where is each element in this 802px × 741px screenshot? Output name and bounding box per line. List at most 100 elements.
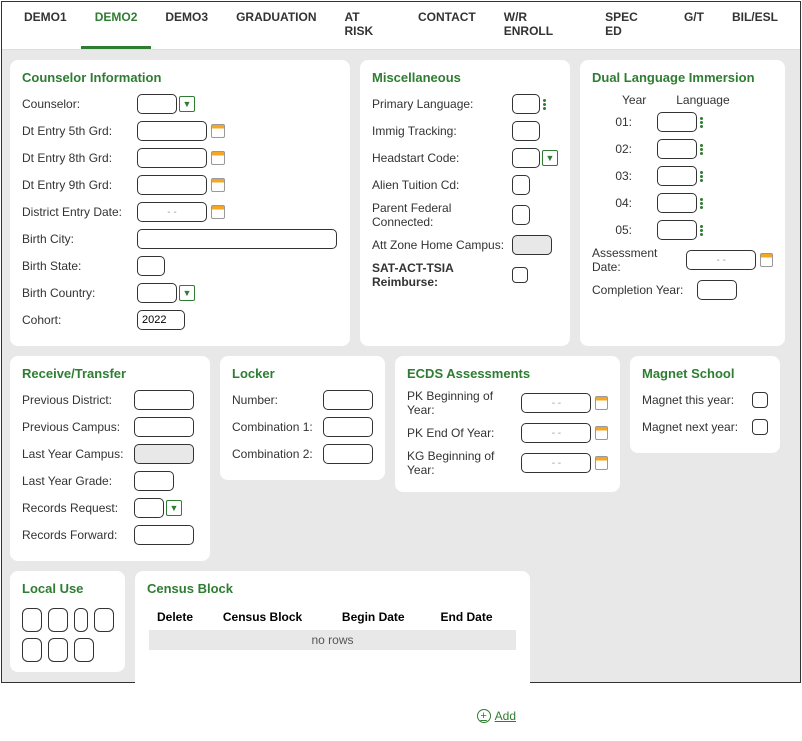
locker-number-label: Number: (232, 393, 323, 407)
local-use-box[interactable] (74, 608, 88, 632)
alien-tuition-label: Alien Tuition Cd: (372, 178, 512, 192)
pk-end-input[interactable] (521, 423, 591, 443)
census-title: Census Block (147, 581, 518, 596)
immig-tracking-input[interactable] (512, 121, 540, 141)
prev-campus-label: Previous Campus: (22, 420, 134, 434)
tab-bar: DEMO1 DEMO2 DEMO3 GRADUATION AT RISK CON… (2, 2, 800, 50)
cohort-input[interactable] (137, 310, 185, 330)
ellipsis-icon[interactable] (700, 144, 703, 155)
dli-language-header: Language (676, 93, 729, 107)
last-year-campus-input (134, 444, 194, 464)
prev-campus-input[interactable] (134, 417, 194, 437)
dt-entry-5th-input[interactable] (137, 121, 207, 141)
calendar-icon[interactable] (595, 396, 608, 410)
headstart-code-input[interactable] (512, 148, 540, 168)
census-col-begin: Begin Date (334, 606, 431, 628)
last-year-grade-label: Last Year Grade: (22, 474, 134, 488)
combination-1-input[interactable] (323, 417, 373, 437)
dli-lang-04-input[interactable] (657, 193, 697, 213)
locker-title: Locker (232, 366, 373, 381)
tab-wr-enroll[interactable]: W/R ENROLL (490, 2, 591, 49)
local-use-box[interactable] (74, 638, 94, 662)
birth-country-dropdown-icon[interactable]: ▼ (179, 285, 195, 301)
local-use-box[interactable] (22, 638, 42, 662)
pk-begin-label: PK Beginning of Year: (407, 389, 521, 417)
dt-entry-8th-input[interactable] (137, 148, 207, 168)
combination-1-label: Combination 1: (232, 420, 323, 434)
magnet-this-checkbox[interactable] (752, 392, 768, 408)
dli-lang-01-input[interactable] (657, 112, 697, 132)
dli-lang-03-input[interactable] (657, 166, 697, 186)
tab-demo2[interactable]: DEMO2 (81, 2, 152, 49)
alien-tuition-input[interactable] (512, 175, 530, 195)
birth-city-input[interactable] (137, 229, 337, 249)
sat-act-label: SAT-ACT-TSIA Reimburse: (372, 261, 512, 289)
calendar-icon[interactable] (211, 178, 225, 192)
local-use-box[interactable] (48, 638, 68, 662)
tab-demo1[interactable]: DEMO1 (10, 2, 81, 49)
dli-lang-02-input[interactable] (657, 139, 697, 159)
ellipsis-icon[interactable] (700, 198, 703, 209)
dli-row-label: 01: (592, 115, 632, 129)
primary-language-input[interactable] (512, 94, 540, 114)
dli-row-label: 03: (592, 169, 632, 183)
locker-number-input[interactable] (323, 390, 373, 410)
dli-row-label: 02: (592, 142, 632, 156)
calendar-icon[interactable] (595, 426, 608, 440)
ellipsis-icon[interactable] (700, 171, 703, 182)
headstart-code-label: Headstart Code: (372, 151, 512, 165)
kg-begin-input[interactable] (521, 453, 591, 473)
magnet-next-checkbox[interactable] (752, 419, 768, 435)
dt-entry-9th-input[interactable] (137, 175, 207, 195)
magnet-next-label: Magnet next year: (642, 420, 752, 434)
tab-spec-ed[interactable]: SPEC ED (591, 2, 670, 49)
pk-begin-input[interactable] (521, 393, 591, 413)
tab-contact[interactable]: CONTACT (404, 2, 490, 49)
tab-bil-esl[interactable]: BIL/ESL (718, 2, 792, 49)
tab-gt[interactable]: G/T (670, 2, 718, 49)
cohort-label: Cohort: (22, 313, 137, 327)
census-col-delete: Delete (149, 606, 213, 628)
census-col-end: End Date (432, 606, 516, 628)
records-forward-input[interactable] (134, 525, 194, 545)
tab-demo3[interactable]: DEMO3 (151, 2, 222, 49)
kg-begin-label: KG Beginning of Year: (407, 449, 521, 477)
combination-2-input[interactable] (323, 444, 373, 464)
district-entry-date-input[interactable] (137, 202, 207, 222)
local-use-box[interactable] (48, 608, 68, 632)
sat-act-checkbox[interactable] (512, 267, 528, 283)
combination-2-label: Combination 2: (232, 447, 323, 461)
primary-language-label: Primary Language: (372, 97, 512, 111)
calendar-icon[interactable] (760, 253, 773, 267)
completion-year-input[interactable] (697, 280, 737, 300)
local-use-box[interactable] (94, 608, 114, 632)
tab-at-risk[interactable]: AT RISK (331, 2, 404, 49)
ellipsis-icon[interactable] (700, 225, 703, 236)
ellipsis-icon[interactable] (543, 99, 546, 110)
counselor-label: Counselor: (22, 97, 137, 111)
headstart-dropdown-icon[interactable]: ▼ (542, 150, 558, 166)
assess-date-input[interactable] (686, 250, 756, 270)
birth-state-input[interactable] (137, 256, 165, 276)
add-button[interactable]: + Add (477, 709, 516, 723)
local-use-box[interactable] (22, 608, 42, 632)
dli-lang-05-input[interactable] (657, 220, 697, 240)
records-request-input[interactable] (134, 498, 164, 518)
counselor-dropdown-icon[interactable]: ▼ (179, 96, 195, 112)
parent-federal-input[interactable] (512, 205, 530, 225)
records-forward-label: Records Forward: (22, 528, 134, 542)
magnet-title: Magnet School (642, 366, 768, 381)
prev-district-input[interactable] (134, 390, 194, 410)
counselor-input[interactable] (137, 94, 177, 114)
birth-country-input[interactable] (137, 283, 177, 303)
calendar-icon[interactable] (211, 124, 225, 138)
tab-graduation[interactable]: GRADUATION (222, 2, 330, 49)
calendar-icon[interactable] (211, 151, 225, 165)
district-entry-date-label: District Entry Date: (22, 205, 137, 219)
dt-entry-5th-label: Dt Entry 5th Grd: (22, 124, 137, 138)
last-year-grade-input[interactable] (134, 471, 174, 491)
calendar-icon[interactable] (595, 456, 608, 470)
records-request-dropdown-icon[interactable]: ▼ (166, 500, 182, 516)
ellipsis-icon[interactable] (700, 117, 703, 128)
calendar-icon[interactable] (211, 205, 225, 219)
